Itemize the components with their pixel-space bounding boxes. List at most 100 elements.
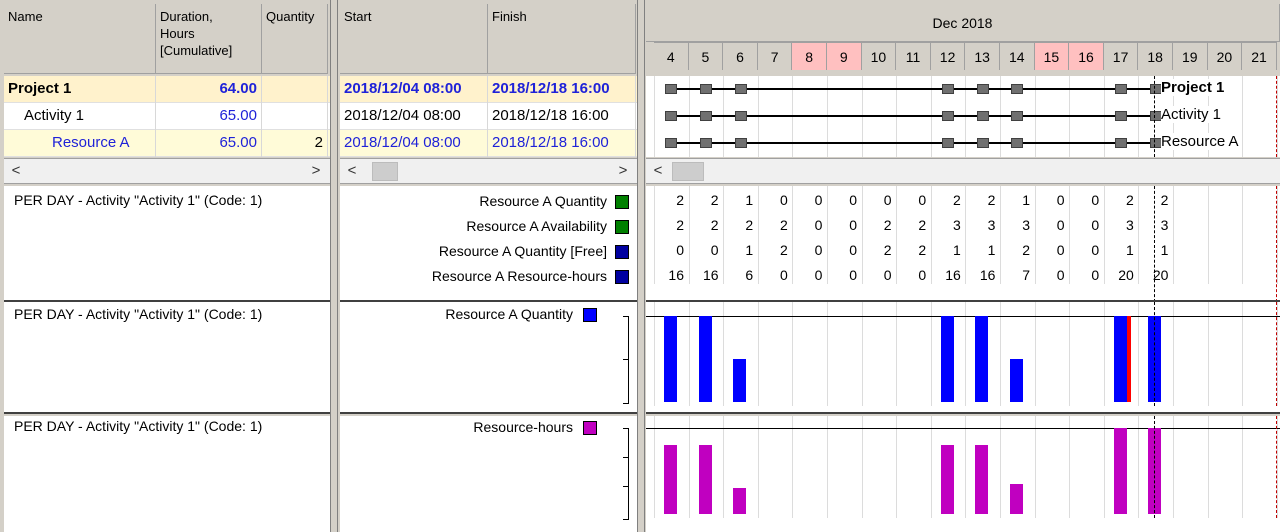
histogram-value: 3 bbox=[953, 217, 961, 233]
gantt-chart[interactable]: Project 1 Activity 1 Resource A bbox=[646, 76, 1280, 157]
splitter-right[interactable] bbox=[637, 0, 645, 532]
histogram-bar[interactable] bbox=[1113, 316, 1127, 402]
row-finish: 2018/12/18 16:00 bbox=[488, 76, 636, 103]
gantt-segment[interactable] bbox=[976, 111, 989, 121]
histogram-bar[interactable] bbox=[1113, 428, 1127, 514]
table-row-activity[interactable]: Activity 1 65.00 bbox=[4, 103, 330, 130]
scrollbar-left[interactable]: < > bbox=[4, 158, 330, 184]
histogram-top-line bbox=[646, 428, 1280, 429]
gantt-label: Activity 1 bbox=[1161, 106, 1222, 123]
scroll-thumb[interactable] bbox=[372, 162, 398, 181]
col-header-duration[interactable]: Duration, Hours [Cumulative] bbox=[156, 4, 262, 74]
gantt-segment[interactable] bbox=[942, 138, 955, 148]
grid-line bbox=[1242, 186, 1244, 284]
grid-line bbox=[1000, 416, 1001, 518]
legend-swatch-magenta bbox=[583, 421, 597, 435]
timescale-month: Dec 2018 bbox=[646, 4, 1280, 42]
histogram-value: 0 bbox=[710, 242, 719, 258]
scrollbar-middle[interactable]: < > bbox=[340, 158, 637, 184]
legend-swatch-navy bbox=[615, 245, 629, 259]
histogram-value: 16 bbox=[945, 267, 961, 283]
grid-line bbox=[654, 302, 655, 406]
gantt-segment[interactable] bbox=[665, 84, 678, 94]
gantt-segment[interactable] bbox=[665, 111, 678, 121]
timescale-day: 10 bbox=[861, 42, 897, 70]
histogram-value: 0 bbox=[1091, 192, 1100, 208]
grid-line bbox=[1138, 302, 1140, 406]
gantt-label: Resource A bbox=[1161, 133, 1239, 150]
grid-line bbox=[654, 416, 655, 518]
histogram-bar[interactable] bbox=[1010, 359, 1023, 402]
scroll-left-arrow-icon[interactable]: < bbox=[6, 161, 26, 181]
gantt-segment[interactable] bbox=[1149, 138, 1162, 148]
histogram-3-legend-pane: Resource-hours bbox=[340, 416, 637, 532]
scroll-left-arrow-icon[interactable]: < bbox=[648, 161, 668, 181]
gantt-segment[interactable] bbox=[734, 138, 747, 148]
gantt-segment[interactable] bbox=[699, 111, 712, 121]
histogram-bar[interactable] bbox=[698, 445, 712, 514]
row-start: 2018/12/04 08:00 bbox=[340, 76, 488, 103]
table-row-resource-dates[interactable]: 2018/12/04 08:00 2018/12/18 16:00 bbox=[340, 130, 637, 157]
gantt-segment[interactable] bbox=[734, 111, 747, 121]
histogram-value: 3 bbox=[1126, 217, 1134, 233]
splitter-left[interactable] bbox=[330, 0, 338, 532]
gantt-segment[interactable] bbox=[1149, 84, 1162, 94]
histogram-value: 0 bbox=[849, 267, 857, 283]
histogram-bar[interactable] bbox=[664, 316, 677, 402]
row-name: Resource A bbox=[4, 130, 156, 157]
histogram-bar[interactable] bbox=[733, 488, 747, 514]
gantt-segment[interactable] bbox=[1115, 84, 1128, 94]
histogram-value: 0 bbox=[1056, 192, 1065, 208]
table-row-project-dates[interactable]: 2018/12/04 08:00 2018/12/18 16:00 bbox=[340, 76, 637, 103]
status-date-line bbox=[1153, 416, 1155, 518]
scroll-left-arrow-icon[interactable]: < bbox=[342, 161, 362, 181]
gantt-segment[interactable] bbox=[1115, 111, 1128, 121]
histogram-bar[interactable] bbox=[1010, 483, 1023, 514]
table-row-activity-dates[interactable]: 2018/12/04 08:00 2018/12/18 16:00 bbox=[340, 103, 637, 130]
gantt-segment[interactable] bbox=[976, 84, 989, 94]
table-row-resource[interactable]: Resource A 65.00 2 bbox=[4, 130, 330, 157]
col-header-quantity[interactable]: Quantity bbox=[262, 4, 328, 74]
histogram-value: 0 bbox=[918, 267, 927, 283]
histogram-bar[interactable] bbox=[940, 316, 954, 402]
gantt-segment[interactable] bbox=[1011, 84, 1024, 94]
gantt-segment[interactable] bbox=[665, 138, 678, 148]
gantt-segment[interactable] bbox=[942, 84, 955, 94]
table-row-project[interactable]: Project 1 64.00 bbox=[4, 76, 330, 103]
gantt-segment[interactable] bbox=[699, 138, 712, 148]
gantt-segment[interactable] bbox=[1115, 138, 1128, 148]
gantt-segment[interactable] bbox=[1149, 111, 1162, 121]
axis-bracket bbox=[623, 316, 629, 404]
scroll-thumb[interactable] bbox=[672, 162, 704, 181]
timescale-day: 18 bbox=[1138, 42, 1173, 70]
col-header-finish[interactable]: Finish bbox=[488, 4, 636, 74]
col-header-start[interactable]: Start bbox=[340, 4, 488, 74]
histogram-value: 0 bbox=[780, 192, 788, 208]
row-name: Project 1 bbox=[4, 76, 156, 103]
grid-line bbox=[723, 302, 725, 406]
histogram-bar[interactable] bbox=[975, 445, 989, 514]
legend-swatch-blue bbox=[583, 308, 597, 322]
gantt-segment[interactable] bbox=[1011, 138, 1024, 148]
histogram-bar[interactable] bbox=[698, 316, 712, 402]
timescale-day: 11 bbox=[896, 42, 931, 70]
gantt-segment[interactable] bbox=[734, 84, 747, 94]
gantt-segment[interactable] bbox=[699, 84, 712, 94]
scroll-right-arrow-icon[interactable]: > bbox=[306, 161, 326, 181]
histogram-bar[interactable] bbox=[940, 445, 954, 514]
histogram-bar[interactable] bbox=[975, 316, 989, 402]
histogram-value: 3 bbox=[1022, 217, 1030, 233]
gantt-segment[interactable] bbox=[942, 111, 955, 121]
col-header-name[interactable]: Name bbox=[4, 4, 156, 74]
gantt-segment[interactable] bbox=[976, 138, 989, 148]
grid-line bbox=[896, 416, 898, 518]
gantt-segment[interactable] bbox=[1011, 111, 1024, 121]
histogram-bar[interactable] bbox=[664, 445, 677, 514]
scrollbar-gantt[interactable]: < bbox=[646, 158, 1280, 184]
row-name: Activity 1 bbox=[4, 103, 156, 130]
histogram-bar[interactable] bbox=[733, 359, 747, 402]
scroll-right-arrow-icon[interactable]: > bbox=[613, 161, 633, 181]
histogram-value: 0 bbox=[1056, 267, 1065, 283]
timescale-day: 9 bbox=[827, 42, 862, 70]
legend-swatch-green bbox=[615, 195, 629, 209]
